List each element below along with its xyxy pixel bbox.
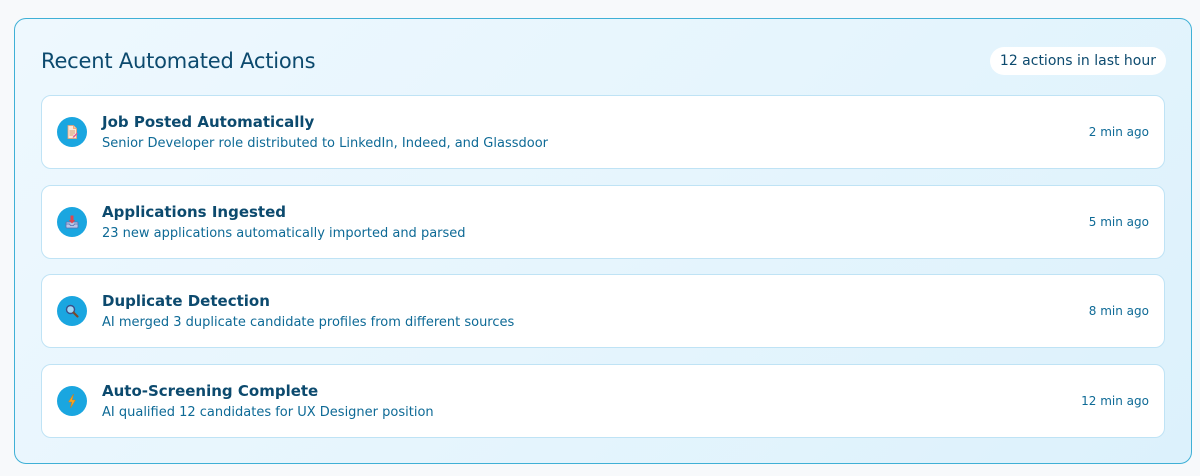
action-item-applications-ingested[interactable]: Applications Ingested 23 new application… [41,185,1165,259]
action-item-duplicate-detection[interactable]: Duplicate Detection AI merged 3 duplicat… [41,274,1165,348]
panel-title: Recent Automated Actions [41,49,316,73]
action-description: AI qualified 12 candidates for UX Design… [102,404,434,420]
action-timestamp: 8 min ago [1088,304,1149,318]
action-title: Applications Ingested [102,202,287,221]
actions-count-badge: 12 actions in last hour [989,47,1166,75]
action-description: 23 new applications automatically import… [102,225,466,241]
action-description: Senior Developer role distributed to Lin… [102,135,548,151]
action-timestamp: 5 min ago [1088,215,1149,229]
panel-header: Recent Automated Actions 12 actions in l… [41,45,1166,77]
lightning-icon [57,386,87,416]
action-title: Job Posted Automatically [102,112,315,131]
action-description: AI merged 3 duplicate candidate profiles… [102,314,515,330]
action-title: Duplicate Detection [102,291,270,310]
action-title: Auto-Screening Complete [102,381,319,400]
action-item-auto-screening[interactable]: Auto-Screening Complete AI qualified 12 … [41,364,1165,438]
action-timestamp: 2 min ago [1088,125,1149,139]
action-timestamp: 12 min ago [1081,394,1149,408]
recent-actions-panel: Recent Automated Actions 12 actions in l… [14,18,1192,464]
magnifier-icon [57,296,87,326]
inbox-tray-icon [57,207,87,237]
document-icon [57,117,87,147]
action-item-job-posted[interactable]: Job Posted Automatically Senior Develope… [41,95,1165,169]
